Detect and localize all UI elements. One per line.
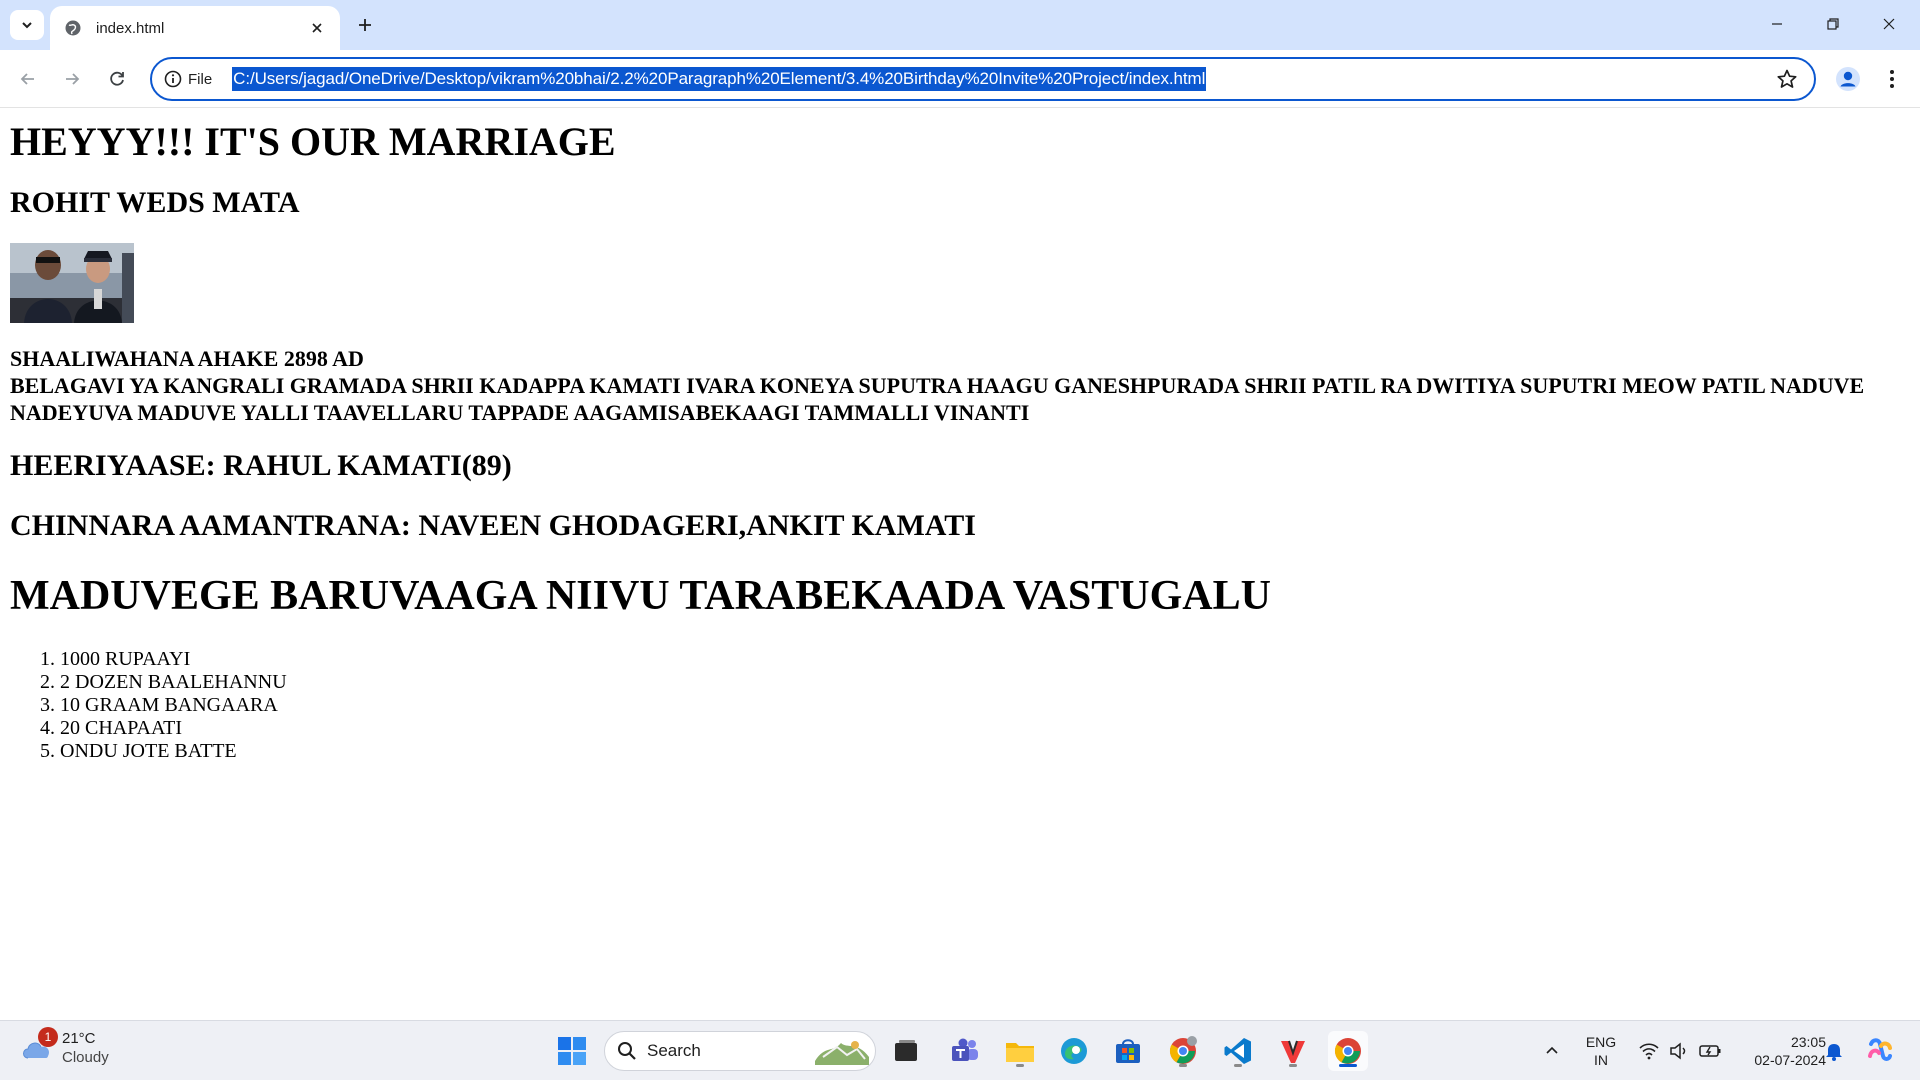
kids-invite-heading: CHINNARA AAMANTRANA: NAVEEN GHODAGERI,AN… <box>10 509 976 542</box>
chevron-down-icon <box>22 22 32 29</box>
tab-search-button[interactable] <box>10 10 44 40</box>
search-label: Search <box>647 1041 701 1060</box>
chrome-profile-app[interactable] <box>1163 1031 1203 1071</box>
web-page-content: HEYYY!!! IT'S OUR MARRIAGE ROHIT WEDS MA… <box>0 109 1920 1020</box>
edge-icon <box>1061 1038 1087 1064</box>
browser-toolbar: File C:/Users/jagad/OneDrive/Desktop/vik… <box>0 50 1920 108</box>
chrome-icon <box>1334 1038 1361 1064</box>
reload-icon <box>110 71 124 86</box>
notifications-button[interactable] <box>1816 1031 1852 1071</box>
couple-photo <box>10 243 134 323</box>
list-item: ONDU JOTE BATTE <box>60 740 1910 763</box>
restore-icon <box>1827 18 1839 30</box>
chevron-up-icon <box>1546 1046 1558 1054</box>
invitation-body: BELAGAVI YA KANGRALI GRAMADA SHRII KADAP… <box>10 373 1865 425</box>
page-subheading: ROHIT WEDS MATA <box>10 186 300 219</box>
vivaldi-app[interactable] <box>1273 1031 1313 1071</box>
weather-description: Cloudy <box>62 1049 109 1066</box>
teams-icon <box>952 1038 978 1061</box>
store-icon <box>1116 1039 1140 1063</box>
bell-icon <box>1826 1044 1842 1061</box>
minimize-button[interactable] <box>1754 8 1800 40</box>
arrow-left-icon <box>20 73 34 85</box>
clock-time: 23:05 <box>1790 1034 1826 1050</box>
store-app[interactable] <box>1108 1031 1148 1071</box>
profile-button[interactable] <box>1832 63 1864 95</box>
star-icon <box>1777 69 1797 88</box>
clock-date: 02-07-2024 <box>1754 1052 1826 1068</box>
weather-widget[interactable]: 1 21°C Cloudy <box>20 1027 109 1067</box>
weather-temperature: 21°C <box>62 1030 96 1047</box>
restore-button[interactable] <box>1810 8 1856 40</box>
items-list: 1000 RUPAAYI 2 DOZEN BAALEHANNU 10 GRAAM… <box>10 648 1910 763</box>
list-item: 10 GRAAM BANGAARA <box>60 694 1910 717</box>
taskbar-search[interactable]: Search <box>604 1031 876 1071</box>
v-logo-icon <box>1281 1040 1305 1063</box>
tab-title: index.html <box>96 19 165 37</box>
bookmark-button[interactable] <box>1774 66 1800 92</box>
more-vertical-icon <box>1890 70 1894 88</box>
region-code: IN <box>1594 1052 1608 1068</box>
new-tab-button[interactable] <box>350 12 380 38</box>
window-close-button[interactable] <box>1866 8 1912 40</box>
start-button[interactable] <box>552 1031 592 1071</box>
chrome-app[interactable] <box>1328 1031 1368 1071</box>
language-indicator[interactable]: ENG IN <box>1584 1033 1618 1069</box>
list-item: 20 CHAPAATI <box>60 717 1910 740</box>
teams-app[interactable] <box>945 1031 985 1071</box>
page-heading: HEYYY!!! IT'S OUR MARRIAGE <box>10 119 616 164</box>
volume-icon <box>1670 1042 1686 1060</box>
copilot-icon <box>1868 1038 1892 1061</box>
windows-icon <box>558 1037 586 1065</box>
tab-strip: index.html <box>0 0 1920 50</box>
plus-icon <box>359 19 371 31</box>
search-highlight-icon <box>815 1041 869 1065</box>
host-heading: HEERIYAASE: RAHUL KAMATI(89) <box>10 449 512 482</box>
arrow-right-icon <box>66 73 80 85</box>
avatar-icon <box>1836 67 1860 91</box>
vscode-app[interactable] <box>1218 1031 1258 1071</box>
wifi-icon <box>1639 1043 1659 1060</box>
task-view-button[interactable] <box>886 1031 926 1071</box>
copilot-button[interactable] <box>1860 1031 1900 1071</box>
tab-index-html[interactable]: index.html <box>50 6 340 50</box>
edge-app[interactable] <box>1054 1031 1094 1071</box>
folder-icon <box>1006 1043 1034 1062</box>
url-text[interactable]: C:/Users/jagad/OneDrive/Desktop/vikram%2… <box>232 67 1207 91</box>
invitation-date-line: SHAALIWAHANA AHAKE 2898 AD <box>10 346 364 371</box>
site-chip-label: File <box>188 70 213 88</box>
task-view-icon <box>895 1040 917 1061</box>
vscode-icon <box>1224 1038 1251 1064</box>
back-button[interactable] <box>12 63 44 95</box>
minimize-icon <box>1772 23 1782 25</box>
quick-settings-button[interactable] <box>1630 1031 1730 1071</box>
show-hidden-icons-button[interactable] <box>1532 1031 1572 1071</box>
globe-icon <box>65 20 81 36</box>
close-icon <box>312 23 322 33</box>
list-item: 2 DOZEN BAALEHANNU <box>60 671 1910 694</box>
reload-button[interactable] <box>101 63 133 95</box>
info-icon <box>164 70 182 88</box>
invitation-paragraph: SHAALIWAHANA AHAKE 2898 AD BELAGAVI YA K… <box>10 345 1910 426</box>
chrome-icon <box>1169 1036 1197 1064</box>
close-icon <box>1883 18 1895 30</box>
language-code: ENG <box>1585 1034 1617 1050</box>
list-heading: MADUVEGE BARUVAAGA NIIVU TARABEKAADA VAS… <box>10 573 1271 619</box>
search-icon <box>618 1042 636 1060</box>
list-item: 1000 RUPAAYI <box>60 648 1910 671</box>
clock[interactable]: 23:05 02-07-2024 <box>1736 1033 1826 1069</box>
tab-close-button[interactable] <box>306 17 328 39</box>
address-bar[interactable]: File C:/Users/jagad/OneDrive/Desktop/vik… <box>150 57 1816 101</box>
site-info-chip[interactable]: File <box>164 64 232 94</box>
browser-menu-button[interactable] <box>1876 63 1908 95</box>
forward-button[interactable] <box>56 63 88 95</box>
battery-icon <box>1699 1045 1721 1057</box>
weather-badge: 1 <box>38 1027 58 1047</box>
file-explorer-app[interactable] <box>1000 1031 1040 1071</box>
taskbar: 1 21°C Cloudy Search ENG IN 23:05 02-07-… <box>0 1020 1920 1080</box>
